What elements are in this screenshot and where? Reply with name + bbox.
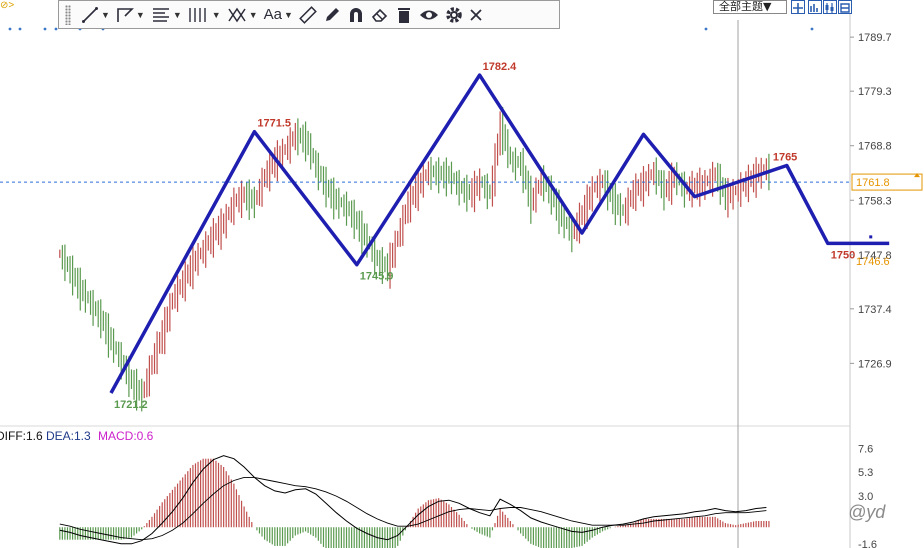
marked-price-text: 1746.6 (856, 256, 890, 268)
top-marker-dot (8, 27, 12, 31)
price-axis-labels: 1789.71779.31768.81758.31747.81737.41726… (850, 32, 892, 370)
top-marker-dot (810, 27, 814, 31)
eraser-icon (371, 8, 388, 22)
watermark: @yd (848, 502, 886, 522)
dea-label: DEA:1.3 (46, 429, 91, 443)
candle-icon (825, 3, 834, 13)
wave-labels: 1721.2 1771.5 1745.9 1782.4 1765 1750 (114, 61, 855, 411)
chart-grid (0, 0, 851, 548)
line-icon (82, 6, 98, 23)
pattern-tool[interactable]: ▼ (227, 3, 258, 27)
polyline-icon (117, 7, 134, 22)
magnet-tool[interactable] (347, 3, 365, 27)
kline-chart[interactable]: 1721.2 1771.5 1745.9 1782.4 1765 1750 1789.7 1… (0, 0, 924, 548)
wave-label: 1765 (773, 151, 797, 163)
wave-end-marker (869, 235, 873, 239)
cycle-tool[interactable]: ▼ (188, 3, 221, 27)
drawing-toolbar: ▼ ▼ ▼ ▼ ▼ Aa ▼ (58, 0, 560, 29)
bar-chart-icon (810, 4, 818, 12)
ruler-tool[interactable] (299, 3, 317, 27)
top-marker-dot (43, 27, 47, 31)
top-marker-dot (54, 27, 58, 31)
expand-button[interactable] (838, 0, 852, 14)
gear-icon (446, 6, 462, 23)
top-marker-dot (704, 27, 708, 31)
eraser-tool[interactable] (371, 3, 389, 27)
wave-label: 1745.9 (360, 271, 394, 283)
eye-icon (419, 10, 438, 19)
macd-tick-label: 7.6 (858, 443, 873, 455)
polyline-tool[interactable]: ▼ (116, 3, 145, 27)
ruler-icon (299, 5, 317, 24)
wave-label: 1782.4 (483, 61, 518, 73)
delete-tool[interactable] (395, 3, 413, 27)
price-tick-label: 1737.4 (858, 304, 892, 316)
diff-label: DIFF:1.6 (0, 429, 43, 443)
close-tool[interactable] (469, 3, 483, 27)
close-icon (470, 8, 482, 21)
current-price-text: 1761.8 (856, 177, 890, 189)
magnet-icon (349, 7, 362, 22)
macd-legend: DIFF:1.6 DEA:1.3 MACD:0.6 (0, 429, 154, 443)
price-tick-label: 1789.7 (858, 32, 892, 44)
macd-histogram (59, 458, 770, 548)
macd-axis-labels: 7.65.33.0-1.6 (858, 443, 877, 548)
line-tool[interactable]: ▼ (81, 3, 110, 27)
kline-mode-button[interactable] (823, 0, 837, 14)
settings-tool[interactable] (445, 3, 463, 27)
diff-line (59, 455, 767, 545)
candles-group (59, 106, 770, 412)
pen-icon (325, 7, 339, 21)
price-tick-label: 1726.9 (858, 358, 892, 370)
crosshair-mode-button[interactable] (791, 0, 805, 14)
text-tool[interactable]: Aa ▼ (264, 3, 293, 27)
crosshair-icon (793, 3, 803, 13)
pattern-icon (228, 7, 246, 22)
macd-tick-label: 5.3 (858, 467, 873, 479)
text-icon: Aa (263, 6, 282, 23)
expand-icon (840, 3, 850, 13)
corner-label[interactable]: ⊘> (0, 0, 14, 11)
wave-label: 1721.2 (114, 399, 148, 411)
dea-line (59, 476, 767, 541)
fibonacci-icon (152, 7, 169, 22)
macd-tick-label: -1.6 (858, 539, 877, 548)
cycle-lines-icon (189, 7, 206, 22)
trash-icon (397, 7, 410, 23)
price-tick-label: 1758.3 (858, 195, 892, 207)
top-marker-dot (18, 27, 22, 31)
visibility-tool[interactable] (419, 3, 439, 27)
wave-label: 1750 (831, 249, 855, 261)
price-tick-label: 1779.3 (858, 86, 892, 98)
theme-select[interactable]: 全部主题▼ (713, 0, 787, 14)
price-tick-label: 1768.8 (858, 141, 892, 153)
toolbar-grip-handle[interactable] (65, 4, 71, 25)
chart-mode-button[interactable] (808, 0, 822, 14)
macd-label: MACD:0.6 (98, 429, 154, 443)
fib-tool[interactable]: ▼ (151, 3, 182, 27)
pen-tool[interactable] (323, 3, 341, 27)
wave-label: 1771.5 (257, 118, 291, 130)
